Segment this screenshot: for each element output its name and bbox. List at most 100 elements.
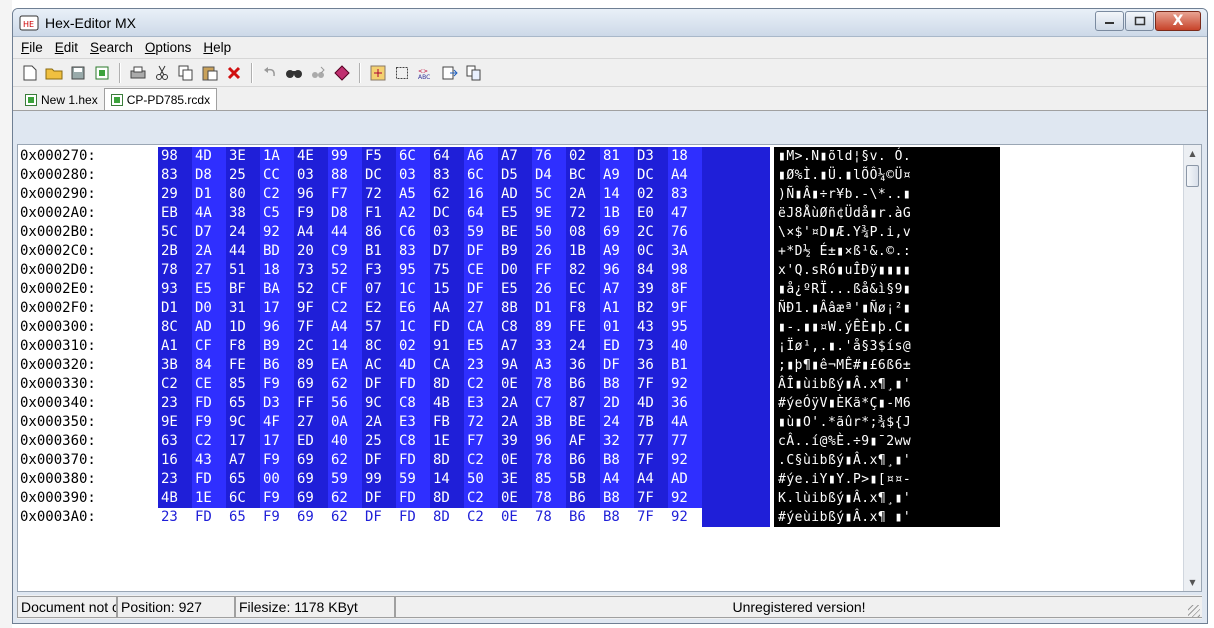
hex-byte[interactable]: E5 [464, 337, 498, 356]
hex-byte[interactable]: 02 [634, 185, 668, 204]
hex-byte[interactable]: 9E [158, 413, 192, 432]
hex-byte[interactable]: 98 [668, 261, 702, 280]
hex-byte[interactable]: 69 [294, 489, 328, 508]
hex-byte[interactable]: 07 [362, 280, 396, 299]
hex-byte[interactable]: C8 [396, 394, 430, 413]
vertical-scrollbar[interactable]: ▲ ▼ [1183, 145, 1201, 591]
hex-byte[interactable]: F3 [362, 261, 396, 280]
hex-byte[interactable]: B1 [362, 242, 396, 261]
hex-byte[interactable]: E5 [498, 204, 532, 223]
calculator-button[interactable] [367, 62, 389, 84]
ascii-row[interactable]: ▮M>.N▮õld¦§v. Ó. [774, 147, 1000, 166]
hex-byte[interactable]: 2B [158, 242, 192, 261]
hex-byte[interactable]: EA [328, 356, 362, 375]
hex-byte[interactable]: F9 [260, 375, 294, 394]
hex-byte[interactable]: 2C [634, 223, 668, 242]
hex-byte[interactable]: 0E [498, 489, 532, 508]
hex-byte[interactable]: 3E [498, 470, 532, 489]
hex-byte[interactable]: DC [430, 204, 464, 223]
hex-byte[interactable]: 3A [668, 242, 702, 261]
bookmark-button[interactable] [331, 62, 353, 84]
hex-byte[interactable]: CE [464, 261, 498, 280]
cut-button[interactable] [151, 62, 173, 84]
hex-byte[interactable]: D3 [260, 394, 294, 413]
hex-byte[interactable]: 6C [226, 489, 260, 508]
hex-byte[interactable]: 73 [294, 261, 328, 280]
hex-byte[interactable]: D1 [532, 299, 566, 318]
hex-byte[interactable]: 96 [600, 261, 634, 280]
find-next-button[interactable] [307, 62, 329, 84]
hex-byte[interactable]: A5 [396, 185, 430, 204]
hex-byte[interactable]: ED [600, 337, 634, 356]
hex-byte[interactable]: FF [532, 261, 566, 280]
hex-byte[interactable]: 26 [532, 280, 566, 299]
hex-byte[interactable]: 4A [192, 204, 226, 223]
hex-byte[interactable]: 44 [226, 242, 260, 261]
scrollbar-thumb[interactable] [1186, 165, 1199, 187]
hex-byte[interactable]: 95 [668, 318, 702, 337]
hex-byte[interactable]: C2 [328, 299, 362, 318]
hex-byte[interactable]: 69 [294, 375, 328, 394]
hex-byte[interactable]: 17 [226, 432, 260, 451]
hex-byte[interactable]: 32 [600, 432, 634, 451]
hex-byte[interactable]: FE [226, 356, 260, 375]
ascii-column[interactable]: ▮M>.N▮õld¦§v. Ó. ▮Ø%Ì.▮Ü.▮lÕÔ¼©Ü¤)Ñ▮Â▮÷r¥… [774, 147, 1000, 527]
hex-byte[interactable]: C2 [464, 451, 498, 470]
hex-byte[interactable]: 0A [328, 413, 362, 432]
hex-byte[interactable]: 65 [226, 394, 260, 413]
hex-column[interactable]: 98 4D 3E 1A 4E 99 F5 6C 64 A6 A7 76 02 81 D3 18 83 D8 25 CC… [158, 147, 770, 527]
minimize-button[interactable] [1095, 11, 1124, 31]
hex-byte[interactable]: 72 [362, 185, 396, 204]
hex-byte[interactable]: CA [430, 356, 464, 375]
resize-grip-icon[interactable] [1188, 605, 1200, 617]
hex-byte[interactable]: 59 [464, 223, 498, 242]
hex-byte[interactable]: AF [566, 432, 600, 451]
hex-byte[interactable]: B6 [566, 508, 600, 527]
hex-byte[interactable]: FE [566, 318, 600, 337]
hex-byte[interactable]: CE [192, 375, 226, 394]
hex-byte[interactable]: 0E [498, 451, 532, 470]
hex-byte[interactable]: FF [294, 394, 328, 413]
hex-byte[interactable]: 44 [328, 223, 362, 242]
hex-byte[interactable]: B8 [600, 508, 634, 527]
hex-byte[interactable]: 47 [668, 204, 702, 223]
hex-byte[interactable]: CC [260, 166, 294, 185]
hex-byte[interactable]: 62 [328, 489, 362, 508]
hex-byte[interactable]: 14 [328, 337, 362, 356]
hex-byte[interactable]: 96 [260, 318, 294, 337]
save-button[interactable] [67, 62, 89, 84]
hex-byte[interactable]: 88 [328, 166, 362, 185]
hex-byte[interactable]: 2D [600, 394, 634, 413]
hex-byte[interactable]: 87 [566, 394, 600, 413]
ascii-row[interactable]: ▮Ø%Ì.▮Ü.▮lÕÔ¼©Ü¤ [774, 166, 1000, 185]
hex-byte[interactable]: 1C [396, 318, 430, 337]
hex-byte[interactable]: FB [430, 413, 464, 432]
hex-byte[interactable]: 9F [294, 299, 328, 318]
hex-byte[interactable]: 14 [430, 470, 464, 489]
hex-byte[interactable]: A1 [158, 337, 192, 356]
export-button[interactable] [439, 62, 461, 84]
hex-byte[interactable]: 15 [430, 280, 464, 299]
hex-byte[interactable]: 03 [396, 166, 430, 185]
hex-byte[interactable]: DF [362, 489, 396, 508]
hex-byte[interactable]: 29 [158, 185, 192, 204]
hex-byte[interactable]: 72 [464, 413, 498, 432]
hex-byte[interactable]: B6 [566, 375, 600, 394]
hex-byte[interactable]: 52 [294, 280, 328, 299]
hex-byte[interactable]: 6C [396, 147, 430, 166]
hex-byte[interactable]: 23 [464, 356, 498, 375]
delete-button[interactable] [223, 62, 245, 84]
ascii-row[interactable]: ▮ù▮O'.*ãûr*;¾${J [774, 413, 1000, 432]
ascii-row[interactable]: x'Q.sRó▮uÎÐÿ▮▮▮▮ [774, 261, 1000, 280]
hex-byte[interactable]: A2 [396, 204, 430, 223]
hex-byte[interactable]: A6 [464, 147, 498, 166]
hex-byte[interactable]: FD [396, 508, 430, 527]
hex-byte[interactable]: 27 [192, 261, 226, 280]
hex-byte[interactable]: F7 [464, 432, 498, 451]
hex-byte[interactable]: B9 [260, 337, 294, 356]
hex-byte[interactable]: FD [430, 318, 464, 337]
hex-byte[interactable]: 5C [532, 185, 566, 204]
hex-byte[interactable]: AC [362, 356, 396, 375]
hex-byte[interactable]: 43 [192, 451, 226, 470]
hex-byte[interactable]: 02 [566, 147, 600, 166]
